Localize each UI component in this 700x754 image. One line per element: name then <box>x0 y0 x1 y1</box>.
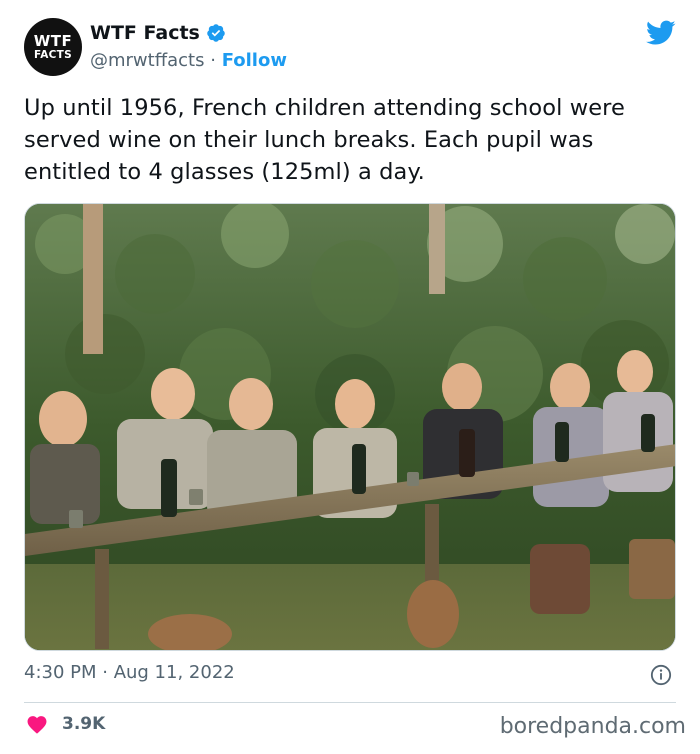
heart-icon <box>27 716 47 734</box>
verified-badge-icon <box>207 24 225 42</box>
handle-row: @mrwtffacts · Follow <box>90 50 287 71</box>
divider <box>24 702 676 703</box>
tweet-photo[interactable] <box>24 203 676 651</box>
avatar[interactable]: WTF FACTS <box>24 18 82 76</box>
follow-button[interactable]: Follow <box>222 50 287 71</box>
tweet-timestamp[interactable]: 4:30 PM · Aug 11, 2022 <box>24 662 235 683</box>
tweet-text: Up until 1956, French children attending… <box>24 95 625 185</box>
children-at-lunch-photo <box>25 204 675 650</box>
twitter-bird-icon[interactable] <box>646 20 676 46</box>
info-icon[interactable] <box>650 664 672 686</box>
avatar-text-wtf: WTF <box>33 31 73 50</box>
watermark: boredpanda.com <box>499 714 686 739</box>
separator-dot: · <box>210 50 216 71</box>
avatar-text-facts: FACTS <box>33 48 73 61</box>
like-count: 3.9K <box>62 714 106 734</box>
like-button[interactable]: 3.9K <box>26 714 105 734</box>
display-name[interactable]: WTF Facts <box>90 22 200 44</box>
handle[interactable]: @mrwtffacts <box>90 50 204 71</box>
author-name-row: WTF Facts <box>90 22 226 44</box>
